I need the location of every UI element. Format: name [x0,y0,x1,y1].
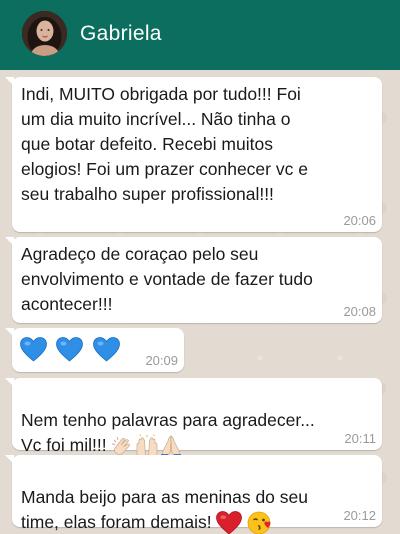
message-bubble[interactable]: Manda beijo para as meninas do seu time,… [5,455,382,534]
message-bubble[interactable]: 20:09 [5,328,184,372]
message-text: Indi, MUITO obrigada por tudo!!! Foi um … [21,84,308,204]
message-bubble[interactable]: Indi, MUITO obrigada por tudo!!! Foi um … [5,77,382,232]
contact-avatar-photo-icon [22,11,67,56]
message-bubble[interactable]: Nem tenho palavras para agradecer... Vc … [5,378,382,459]
message-text-wrapper: Nem tenho palavras para agradecer... Vc … [21,383,315,459]
emoji-group [111,434,183,459]
face-blowing-kiss-icon [247,511,270,534]
red-heart-icon [215,511,242,534]
blue-heart-icon [93,337,120,362]
emoji-group [215,511,273,534]
contact-avatar[interactable] [22,11,67,56]
message-bubble[interactable]: Agradeço de coraçao pelo seu envolviment… [5,237,382,323]
chat-header: Gabriela [0,0,400,70]
emoji-row [20,337,125,362]
message-time: 20:12 [343,508,376,523]
message-time: 20:11 [344,431,376,446]
blue-heart-icon [56,337,84,362]
message-text-wrapper: Manda beijo para as meninas do seu time,… [21,460,308,534]
contact-name[interactable]: Gabriela [80,22,162,46]
blue-heart-icon [20,337,47,362]
message-text: Agradeço de coraçao pelo seu envolviment… [21,244,313,314]
message-time: 20:08 [343,304,376,319]
message-time: 20:06 [343,213,376,228]
message-time: 20:09 [145,353,178,368]
